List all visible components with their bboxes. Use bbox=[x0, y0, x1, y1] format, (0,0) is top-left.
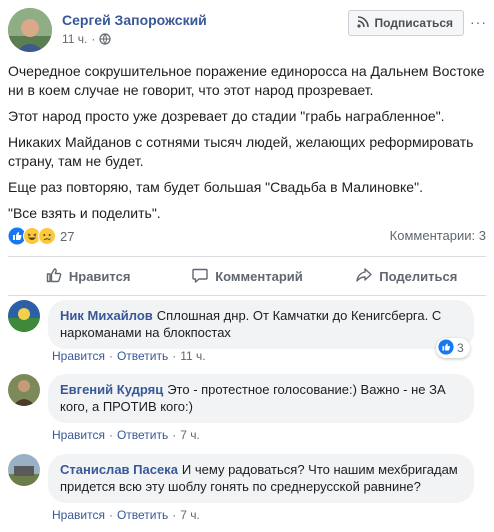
post-paragraph: Никаких Майданов с сотнями тысяч людей, … bbox=[8, 134, 474, 169]
post-actions: Нравится Комментарий Поделиться bbox=[8, 259, 486, 293]
thumbs-up-icon bbox=[45, 266, 63, 287]
comment-item: Евгений Кудряц Это - протестное голосован… bbox=[8, 374, 486, 424]
like-button[interactable]: Нравится bbox=[8, 259, 167, 293]
comment-bubble: Евгений Кудряц Это - протестное голосован… bbox=[48, 374, 474, 423]
post-paragraph: Очередное сокрушительное поражение едино… bbox=[8, 63, 485, 98]
globe-icon bbox=[99, 33, 111, 45]
post-body: Очередное сокрушительное поражение едино… bbox=[8, 62, 486, 230]
post-paragraph: Еще раз повторяю, там будет большая "Сва… bbox=[8, 179, 423, 195]
facebook-post: Сергей Запорожский 11 ч. · Подписаться ·… bbox=[0, 0, 494, 532]
more-options-icon[interactable]: ··· bbox=[470, 14, 486, 30]
reactions-bar: 27 Комментарии: 3 bbox=[8, 226, 486, 246]
comment-actions: Нравится · Ответить · 7 ч. bbox=[52, 508, 200, 522]
author-avatar[interactable] bbox=[8, 8, 52, 52]
commenter-name[interactable]: Станислав Пасека bbox=[60, 462, 178, 477]
comment-reply-link[interactable]: Ответить bbox=[117, 428, 168, 442]
commenter-name[interactable]: Евгений Кудряц bbox=[60, 382, 163, 397]
commenter-avatar[interactable] bbox=[8, 300, 40, 332]
share-label: Поделиться bbox=[379, 268, 458, 284]
post-paragraph: Этот народ просто уже дозревает до стади… bbox=[8, 108, 445, 124]
comment-like-link[interactable]: Нравится bbox=[52, 349, 105, 363]
commenter-name[interactable]: Ник Михайлов bbox=[60, 308, 153, 323]
comment-like-link[interactable]: Нравится bbox=[52, 508, 105, 522]
separator: · bbox=[108, 508, 113, 522]
like-label: Нравится bbox=[68, 268, 131, 284]
like-reaction-icon bbox=[438, 338, 454, 358]
subscribe-button[interactable]: Подписаться bbox=[347, 10, 464, 36]
separator: · bbox=[172, 349, 177, 363]
divider bbox=[8, 295, 486, 296]
post-meta: 11 ч. · bbox=[62, 32, 111, 46]
share-button[interactable]: Поделиться bbox=[327, 259, 486, 293]
share-icon bbox=[355, 266, 373, 287]
comment-actions: Нравится · Ответить · 7 ч. bbox=[52, 428, 200, 442]
comment-actions: Нравится · Ответить · 11 ч. bbox=[52, 349, 206, 363]
comment-like-badge[interactable]: 3 bbox=[436, 338, 470, 358]
comment-bubble: Станислав Пасека И чему радоваться? Что н… bbox=[48, 454, 474, 503]
separator: · bbox=[108, 428, 113, 442]
post-header: Сергей Запорожский 11 ч. · Подписаться ·… bbox=[8, 8, 486, 52]
separator: · bbox=[108, 349, 113, 363]
comment-reply-link[interactable]: Ответить bbox=[117, 508, 168, 522]
separator: · bbox=[172, 508, 177, 522]
comment-bubble: Ник Михайлов Сплошная днр. От Камчатки до… bbox=[48, 300, 474, 349]
comment-button[interactable]: Комментарий bbox=[167, 259, 326, 293]
comments-count[interactable]: Комментарии: 3 bbox=[390, 228, 486, 243]
comment-reply-link[interactable]: Ответить bbox=[117, 349, 168, 363]
comment-item: Станислав Пасека И чему радоваться? Что н… bbox=[8, 454, 486, 504]
separator: · bbox=[172, 428, 177, 442]
comment-like-count: 3 bbox=[457, 341, 464, 355]
rss-icon bbox=[356, 15, 369, 31]
meta-separator: · bbox=[91, 32, 96, 46]
post-time[interactable]: 11 ч. bbox=[62, 32, 87, 46]
sad-reaction-icon bbox=[38, 227, 56, 245]
comment-icon bbox=[191, 266, 209, 287]
comment-time[interactable]: 7 ч. bbox=[180, 508, 200, 522]
author-name[interactable]: Сергей Запорожский bbox=[62, 12, 207, 28]
reaction-icons[interactable] bbox=[8, 227, 56, 245]
comment-time[interactable]: 11 ч. bbox=[180, 349, 205, 363]
post-paragraph: "Все взять и поделить". bbox=[8, 205, 161, 221]
subscribe-label: Подписаться bbox=[374, 16, 453, 30]
comment-label: Комментарий bbox=[215, 268, 303, 284]
comment-like-link[interactable]: Нравится bbox=[52, 428, 105, 442]
commenter-avatar[interactable] bbox=[8, 454, 40, 486]
reaction-count[interactable]: 27 bbox=[60, 229, 74, 244]
commenter-avatar[interactable] bbox=[8, 374, 40, 406]
divider bbox=[8, 256, 486, 257]
comment-time[interactable]: 7 ч. bbox=[180, 428, 200, 442]
